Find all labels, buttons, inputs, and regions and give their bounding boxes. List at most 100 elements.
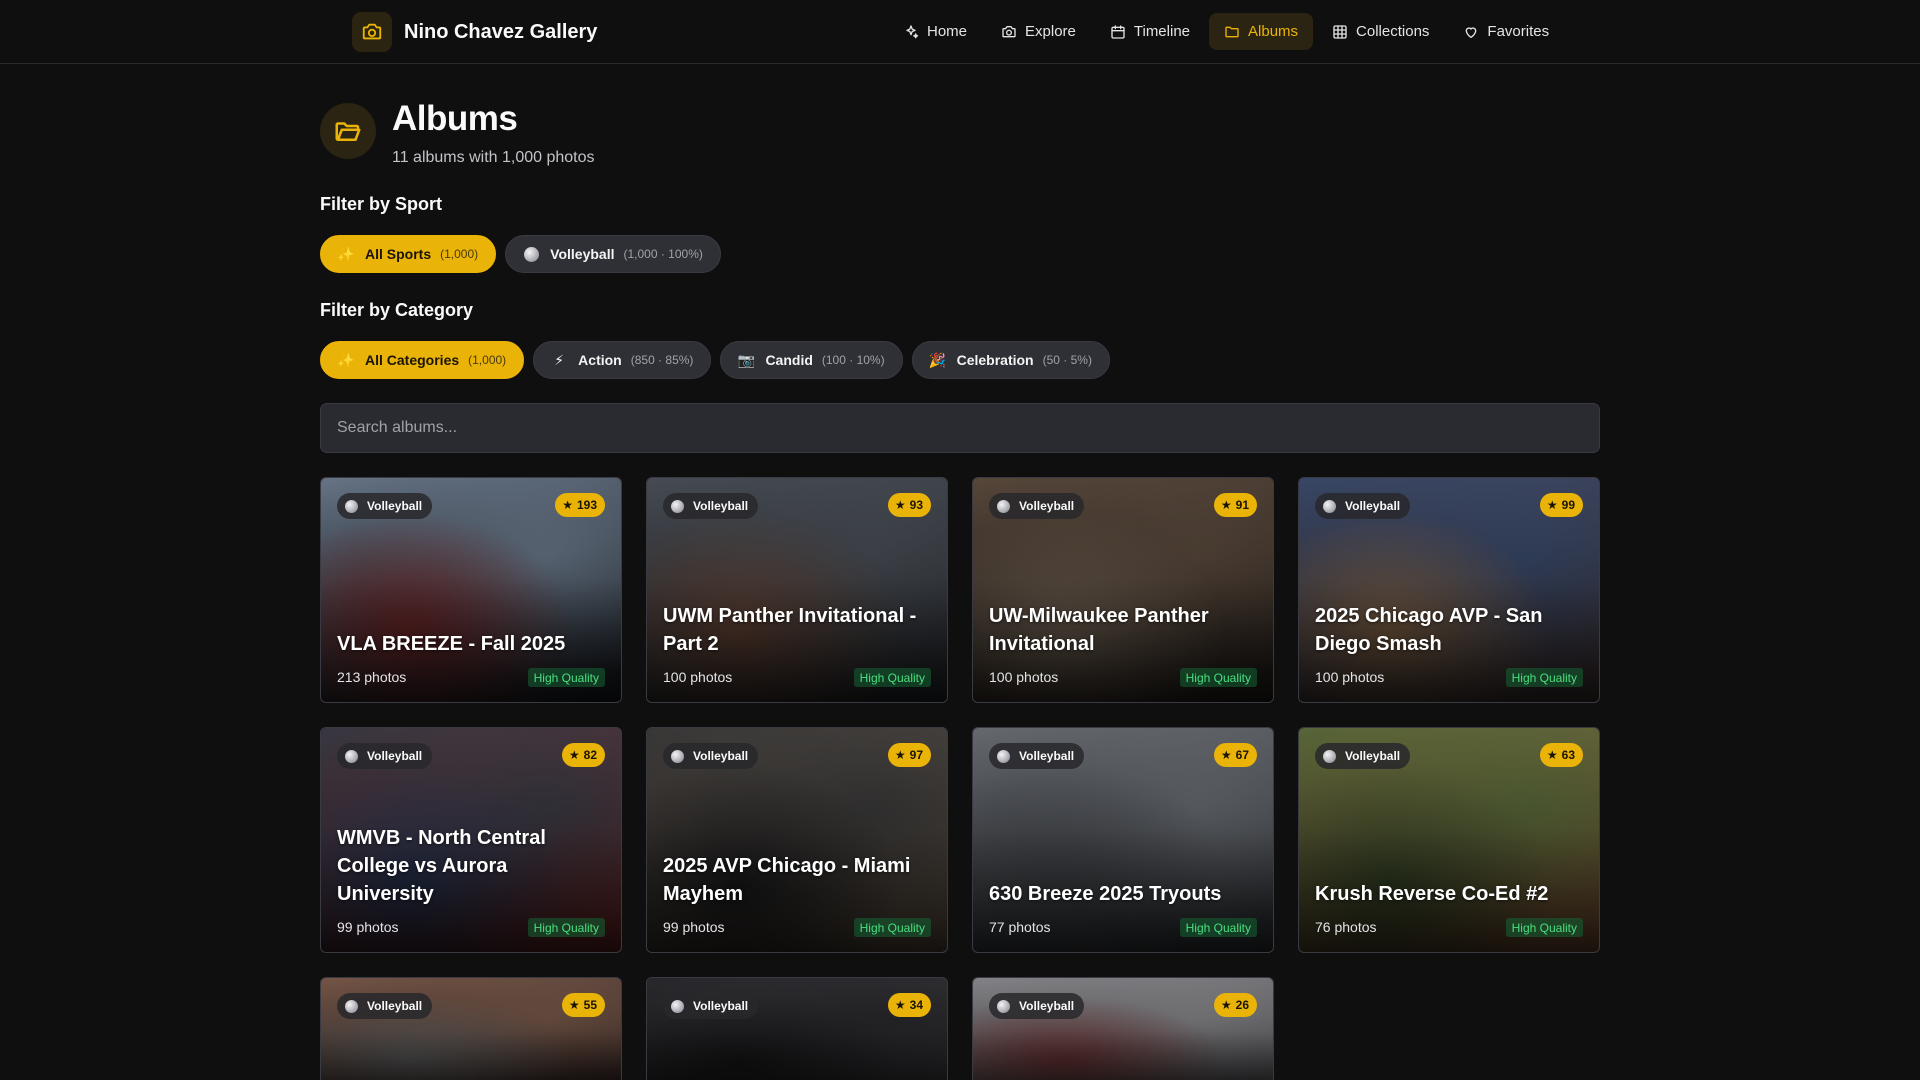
sport-badge: Volleyball <box>337 993 433 1019</box>
nav-label: Explore <box>1025 23 1076 40</box>
category-chip-celebration[interactable]: 🎉 Celebration (50 · 5%) <box>911 341 1110 379</box>
star-icon: ★ <box>1546 748 1558 762</box>
volleyball-icon <box>671 749 684 763</box>
top-navbar: Nino Chavez Gallery Home Explore Timeline A… <box>0 0 1920 64</box>
sport-badge: Volleyball <box>663 493 759 519</box>
search-albums-input[interactable] <box>320 403 1600 453</box>
score-badge: ★ 82 <box>561 743 605 767</box>
sport-badge: Volleyball <box>989 493 1085 519</box>
nav-label: Collections <box>1356 23 1430 40</box>
volleyball-icon <box>345 999 358 1013</box>
chip-emoji-icon: 📷 <box>737 351 756 368</box>
nav-label: Home <box>927 23 968 40</box>
chip-label: Candid <box>765 352 813 368</box>
quality-badge: High Quality <box>1505 668 1583 687</box>
album-title: 2025 AVP Chicago - Miami Mayhem <box>663 855 911 905</box>
nav-label: Albums <box>1248 23 1299 40</box>
sport-badge: Volleyball <box>1315 743 1411 769</box>
album-card[interactable]: Volleyball ★ 99 2025 Chicago AVP - San Die… <box>1298 477 1600 703</box>
album-title: UW-Milwaukee Panther Invitational <box>989 605 1209 655</box>
album-title: WMVB - North Central College vs Aurora U… <box>337 827 546 905</box>
nav-label: Timeline <box>1133 23 1191 40</box>
brand-title: Nino Chavez Gallery <box>404 20 598 43</box>
nav-albums[interactable]: Albums <box>1209 13 1314 50</box>
category-filter-chips: ✨ All Categories (1,000) ⚡ Action (850 · 85%)… <box>320 341 1110 379</box>
category-chip-all-categories[interactable]: ✨ All Categories (1,000) <box>320 341 525 379</box>
volleyball-icon <box>671 999 684 1013</box>
star-icon: ★ <box>894 748 906 762</box>
album-card[interactable]: Volleyball ★ 55 <box>320 977 622 1080</box>
star-icon: ★ <box>1220 748 1232 762</box>
chip-count: (850 · 85%) <box>630 353 694 367</box>
photo-count: 99 photos <box>337 919 399 935</box>
photo-count: 77 photos <box>989 919 1051 935</box>
album-card[interactable]: Volleyball ★ 67 630 Breeze 2025 Tryouts 77… <box>972 727 1274 953</box>
volleyball-icon <box>1323 499 1336 513</box>
category-filter-label: Filter by Category <box>320 300 474 320</box>
sport-badge: Volleyball <box>337 743 433 769</box>
quality-badge: High Quality <box>1179 668 1257 687</box>
album-title: VLA BREEZE - Fall 2025 <box>337 633 566 655</box>
score-badge: ★ 26 <box>1213 993 1257 1017</box>
grid-icon <box>1333 24 1347 39</box>
nav-collections[interactable]: Collections <box>1317 13 1444 50</box>
sport-badge: Volleyball <box>663 743 759 769</box>
page-header: Albums 11 albums with 1,000 photos <box>320 99 595 167</box>
nav-home[interactable]: Home <box>888 13 982 50</box>
chip-emoji-icon: ✨ <box>337 351 355 368</box>
photo-count: 76 photos <box>1315 919 1377 935</box>
photo-count: 100 photos <box>663 669 733 685</box>
volleyball-icon <box>1323 749 1336 763</box>
star-icon: ★ <box>1546 498 1558 512</box>
album-card[interactable]: Volleyball ★ 26 <box>972 977 1274 1080</box>
album-card[interactable]: Volleyball ★ 91 UW-Milwaukee Panther Invit… <box>972 477 1274 703</box>
main-nav: Home Explore Timeline Albums Collections Favo… <box>888 13 1564 50</box>
album-card[interactable]: Volleyball ★ 34 <box>646 977 948 1080</box>
quality-badge: High Quality <box>853 668 931 687</box>
chip-count: (100 · 10%) <box>821 353 885 367</box>
sport-chip-all-sports[interactable]: ✨ All Sports (1,000) <box>320 235 497 273</box>
score-badge: ★ 34 <box>887 993 931 1017</box>
volleyball-icon <box>997 749 1010 763</box>
star-icon: ★ <box>1220 498 1232 512</box>
photo-count: 213 photos <box>337 669 407 685</box>
chip-label: All Sports <box>365 246 432 262</box>
album-card[interactable]: Volleyball ★ 93 UWM Panther Invitational -… <box>646 477 948 703</box>
album-card[interactable]: Volleyball ★ 97 2025 AVP Chicago - Miami M… <box>646 727 948 953</box>
score-badge: ★ 193 <box>555 493 605 517</box>
score-badge: ★ 63 <box>1539 743 1583 767</box>
sport-badge: Volleyball <box>337 493 433 519</box>
sparkles-icon <box>906 24 919 38</box>
nav-timeline[interactable]: Timeline <box>1095 13 1205 50</box>
album-title: Krush Reverse Co-Ed #2 <box>1315 883 1549 905</box>
chip-label: Volleyball <box>550 246 615 262</box>
score-badge: ★ 67 <box>1213 743 1257 767</box>
category-chip-candid[interactable]: 📷 Candid (100 · 10%) <box>720 341 903 379</box>
score-badge: ★ 97 <box>887 743 931 767</box>
sport-chip-volleyball[interactable]: Volleyball (1,000 · 100%) <box>505 235 721 273</box>
camera-icon <box>1002 25 1016 37</box>
nav-favorites[interactable]: Favorites <box>1448 13 1564 50</box>
album-title: 630 Breeze 2025 Tryouts <box>989 883 1222 905</box>
chip-label: Action <box>578 352 622 368</box>
photo-count: 100 photos <box>989 669 1059 685</box>
folder-icon <box>1225 26 1239 37</box>
quality-badge: High Quality <box>853 918 931 937</box>
album-card[interactable]: Volleyball ★ 63 Krush Reverse Co-Ed #2 76 … <box>1298 727 1600 953</box>
quality-badge: High Quality <box>527 918 605 937</box>
brand[interactable]: Nino Chavez Gallery <box>352 12 597 52</box>
sport-badge: Volleyball <box>989 743 1085 769</box>
calendar-icon <box>1111 24 1125 39</box>
chip-count: (1,000) <box>440 247 479 261</box>
chip-count: (50 · 5%) <box>1042 353 1092 367</box>
sport-badge: Volleyball <box>989 993 1085 1019</box>
album-card[interactable]: Volleyball ★ 193 VLA BREEZE - Fall 2025 21… <box>320 477 622 703</box>
nav-explore[interactable]: Explore <box>986 13 1091 50</box>
album-title: 2025 Chicago AVP - San Diego Smash <box>1315 605 1543 655</box>
category-chip-action[interactable]: ⚡ Action (850 · 85%) <box>533 341 712 379</box>
star-icon: ★ <box>894 498 906 512</box>
album-card[interactable]: Volleyball ★ 82 WMVB - North Central Colle… <box>320 727 622 953</box>
chip-emoji-icon: 🎉 <box>928 351 947 368</box>
volleyball-icon <box>522 246 540 262</box>
chip-label: All Categories <box>365 352 460 368</box>
